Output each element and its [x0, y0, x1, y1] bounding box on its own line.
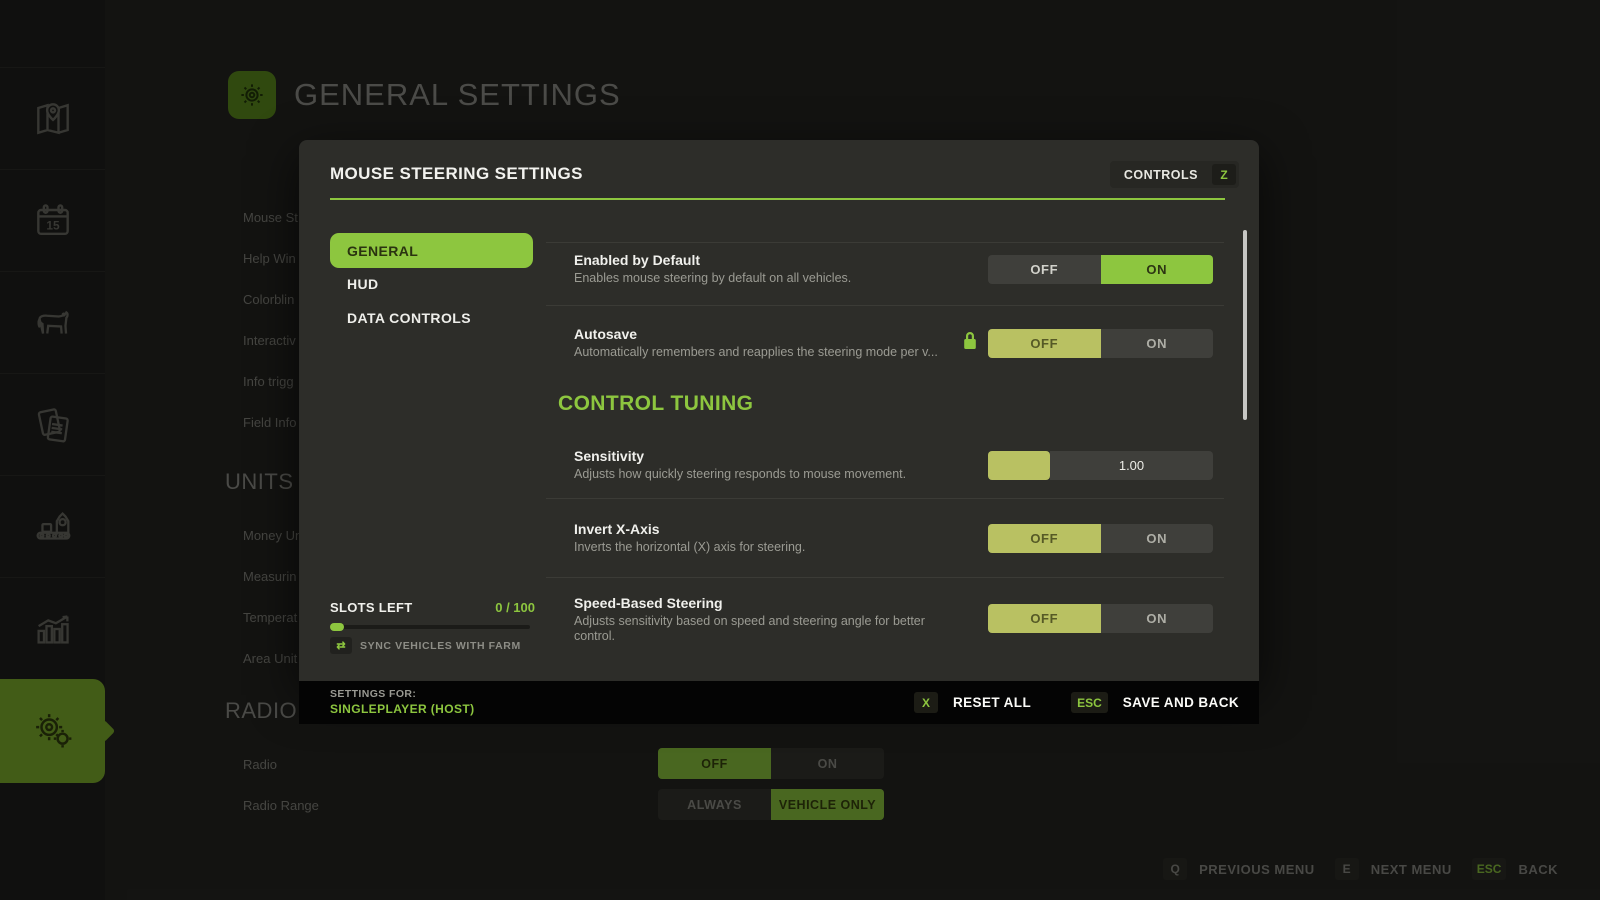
tab-data-controls[interactable]: DATA CONTROLS	[330, 310, 533, 326]
slots-progress-track	[330, 625, 530, 629]
sync-icon: ⇄	[330, 637, 352, 654]
setting-desc: Adjusts how quickly steering responds to…	[574, 467, 906, 482]
toggle-on-option[interactable]: ON	[1101, 604, 1214, 633]
lock-icon	[961, 330, 979, 352]
dialog-title: MOUSE STEERING SETTINGS	[330, 164, 583, 184]
controls-shortcut[interactable]: CONTROLS Z	[1110, 161, 1239, 188]
sync-vehicles-label: SYNC VEHICLES WITH FARM	[360, 640, 521, 652]
setting-desc: Enables mouse steering by default on all…	[574, 271, 851, 286]
toggle-off-option[interactable]: OFF	[988, 329, 1101, 358]
slots-left-label: SLOTS LEFT	[330, 600, 412, 615]
sensitivity-slider[interactable]: 1.00	[988, 451, 1213, 480]
row-divider	[546, 498, 1224, 499]
reset-all-button[interactable]: RESET ALL	[953, 695, 1031, 710]
toggle-on-option[interactable]: ON	[1101, 329, 1214, 358]
slider-handle[interactable]	[988, 451, 1050, 480]
slots-progress-fill	[330, 623, 344, 631]
esc-key-badge: ESC	[1071, 692, 1108, 713]
setting-label-autosave: Autosave	[574, 326, 637, 342]
setting-desc: Adjusts sensitivity based on speed and s…	[574, 614, 969, 644]
setting-label-speed-based-steering: Speed-Based Steering	[574, 595, 723, 611]
invert-x-axis-toggle[interactable]: OFF ON	[988, 524, 1213, 553]
modal-scrollbar[interactable]	[1243, 230, 1247, 420]
speed-based-steering-toggle[interactable]: OFF ON	[988, 604, 1213, 633]
controls-label: CONTROLS	[1124, 168, 1198, 182]
row-divider	[546, 305, 1224, 306]
row-divider	[546, 242, 1224, 243]
row-divider	[546, 577, 1224, 578]
sync-vehicles-row[interactable]: ⇄ SYNC VEHICLES WITH FARM	[330, 637, 521, 654]
setting-desc: Inverts the horizontal (X) axis for stee…	[574, 540, 805, 555]
autosave-toggle[interactable]: OFF ON	[988, 329, 1213, 358]
setting-desc: Automatically remembers and reapplies th…	[574, 345, 938, 360]
profile-label: SINGLEPLAYER (HOST)	[330, 702, 475, 716]
x-key-badge: X	[914, 692, 938, 713]
sensitivity-value: 1.00	[1119, 458, 1144, 473]
enabled-by-default-toggle[interactable]: OFF ON	[988, 255, 1213, 284]
toggle-off-option[interactable]: OFF	[988, 604, 1101, 633]
tab-general[interactable]: GENERAL	[330, 233, 533, 268]
tab-hud[interactable]: HUD	[330, 276, 533, 292]
control-tuning-section-header: CONTROL TUNING	[558, 392, 753, 416]
toggle-off-option[interactable]: OFF	[988, 255, 1101, 284]
slider-track[interactable]: 1.00	[1050, 451, 1213, 480]
dialog-actions: X RESET ALL ESC SAVE AND BACK	[914, 681, 1239, 724]
slots-left-value: 0 / 100	[495, 600, 535, 615]
toggle-on-option[interactable]: ON	[1101, 255, 1214, 284]
title-divider	[330, 198, 1225, 200]
slots-left-block: SLOTS LEFT 0 / 100	[330, 600, 535, 615]
settings-for-block: SETTINGS FOR: SINGLEPLAYER (HOST)	[330, 688, 475, 716]
settings-for-label: SETTINGS FOR:	[330, 688, 475, 700]
toggle-off-option[interactable]: OFF	[988, 524, 1101, 553]
toggle-on-option[interactable]: ON	[1101, 524, 1214, 553]
z-key-badge: Z	[1212, 164, 1236, 185]
setting-label-enabled-by-default: Enabled by Default	[574, 252, 700, 268]
setting-label-invert-x-axis: Invert X-Axis	[574, 521, 660, 537]
save-and-back-button[interactable]: SAVE AND BACK	[1123, 695, 1239, 710]
mouse-steering-settings-dialog: MOUSE STEERING SETTINGS CONTROLS Z GENER…	[299, 140, 1259, 681]
setting-label-sensitivity: Sensitivity	[574, 448, 644, 464]
dialog-footer-bar: SETTINGS FOR: SINGLEPLAYER (HOST) X RESE…	[299, 681, 1259, 724]
